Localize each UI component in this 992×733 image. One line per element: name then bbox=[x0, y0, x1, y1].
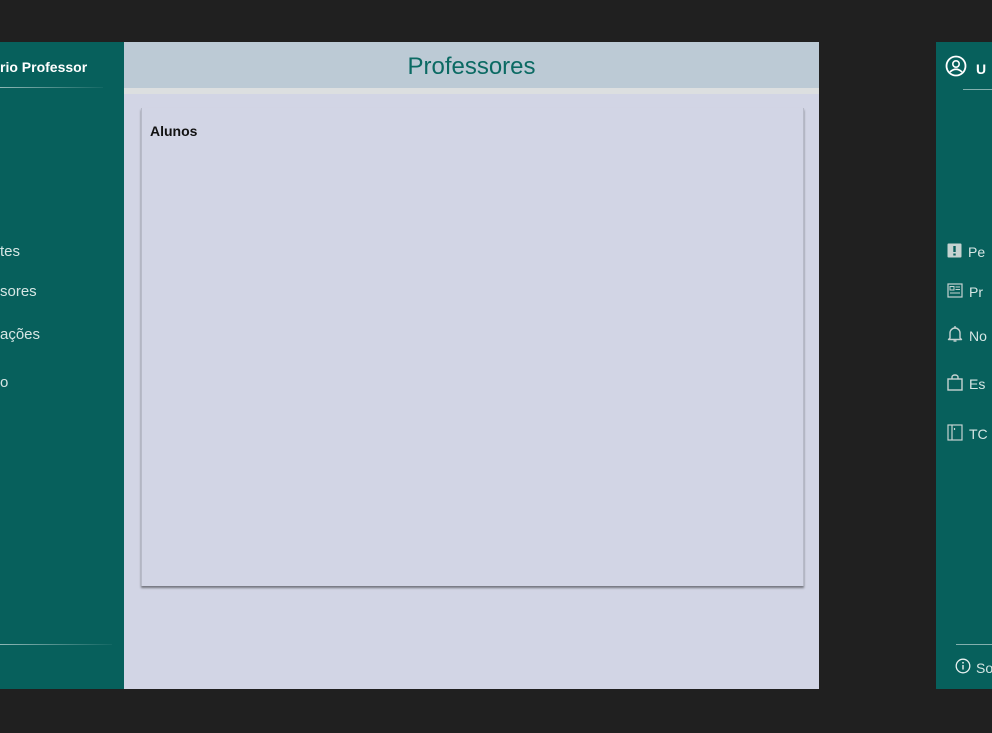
students-card: Alunos bbox=[141, 108, 804, 586]
sidebar-item-professores[interactable]: sores bbox=[0, 283, 37, 300]
sidebar-item-notificacoes-right[interactable]: No bbox=[947, 325, 987, 346]
sidebar-divider-bottom bbox=[0, 644, 112, 645]
sidebar-item-label: No bbox=[969, 327, 987, 344]
left-sidebar: rio Professor tes sores ações o bbox=[0, 42, 124, 689]
sidebar-item-label: Es bbox=[969, 376, 986, 392]
right-sidebar: U Pe Pr No Es TC So bbox=[936, 42, 992, 689]
header-strip bbox=[124, 88, 819, 94]
bag-icon bbox=[947, 374, 963, 394]
main-content: Professores Alunos bbox=[124, 42, 819, 689]
user-label: U bbox=[976, 60, 987, 77]
sidebar-item-label: So bbox=[976, 659, 992, 676]
sidebar-item-pendentes[interactable]: Pe bbox=[947, 243, 985, 261]
card-title: Alunos bbox=[150, 123, 198, 139]
sidebar-item-solicitantes[interactable]: tes bbox=[0, 243, 20, 260]
right-divider-bottom bbox=[956, 644, 992, 645]
user-profile[interactable]: U bbox=[945, 55, 986, 82]
alert-square-icon bbox=[947, 243, 962, 261]
sidebar-item-sobre[interactable]: So bbox=[955, 658, 992, 677]
book-icon bbox=[947, 424, 963, 444]
info-icon bbox=[955, 658, 971, 677]
sidebar-item-notificacoes[interactable]: ações bbox=[0, 326, 40, 343]
sidebar-item-label: TC bbox=[969, 426, 988, 442]
sidebar-item-label: Pe bbox=[968, 244, 986, 260]
sidebar-item-extra[interactable]: o bbox=[0, 374, 8, 391]
sidebar-divider-top bbox=[0, 87, 103, 88]
id-card-icon bbox=[947, 283, 963, 301]
sidebar-item-label: Pr bbox=[969, 284, 983, 300]
page-header: Professores bbox=[124, 42, 819, 88]
user-circle-icon bbox=[945, 55, 967, 82]
bell-icon bbox=[947, 325, 963, 346]
right-divider-top bbox=[963, 89, 992, 90]
sidebar-item-perfil[interactable]: Pr bbox=[947, 283, 983, 301]
sidebar-title: rio Professor bbox=[0, 59, 88, 75]
sidebar-item-tcc[interactable]: TC bbox=[947, 424, 988, 444]
page-title: Professores bbox=[407, 53, 536, 80]
sidebar-item-estagio[interactable]: Es bbox=[947, 374, 985, 394]
